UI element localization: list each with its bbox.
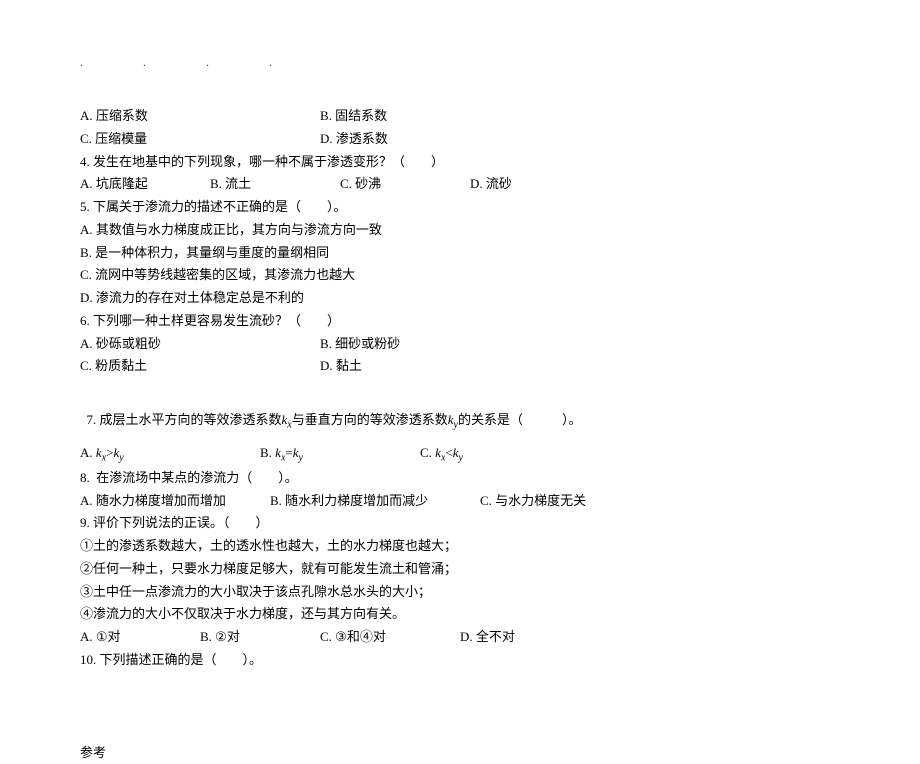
q8-a: A. 随水力梯度增加而增加	[80, 490, 270, 513]
option-a: A. 压缩系数	[80, 105, 320, 128]
dot: .	[143, 52, 146, 73]
q4-options: A. 坑底隆起 B. 流土 C. 砂沸 D. 流砂	[80, 173, 840, 196]
option-b: B. 固结系数	[320, 105, 560, 128]
q5-a: A. 其数值与水力梯度成正比，其方向与渗流方向一致	[80, 219, 840, 242]
q6-stem: 6. 下列哪一种土样更容易发生流砂？（ ）	[80, 310, 840, 333]
q7-stem: 7. 成层土水平方向的等效渗透系数kx与垂直方向的等效渗透系数ky的关系是（ ）…	[80, 386, 840, 434]
q9-b: B. ②对	[200, 626, 320, 649]
q7-pre: 7. 成层土水平方向的等效渗透系数	[87, 412, 282, 427]
q4-d: D. 流砂	[470, 173, 600, 196]
q7-post: 的关系是（ ）。	[458, 412, 582, 427]
q9-s4: ④渗流力的大小不仅取决于水力梯度，还与其方向有关。	[80, 603, 840, 626]
q7-mid: 与垂直方向的等效渗透系数	[292, 412, 448, 427]
q5-stem: 5. 下属关于渗流力的描述不正确的是（ ）。	[80, 196, 840, 219]
q9-stem: 9. 评价下列说法的正误。（ ）	[80, 512, 840, 535]
q4-a: A. 坑底隆起	[80, 173, 210, 196]
q4-c: C. 砂沸	[340, 173, 470, 196]
header-dot-row: . . . .	[80, 52, 272, 73]
q7-a: A. kx>ky	[80, 442, 260, 467]
q9-a: A. ①对	[80, 626, 200, 649]
q7-options: A. kx>ky B. kx=ky C. kx<ky	[80, 442, 840, 467]
option-c: C. 压缩模量	[80, 128, 320, 151]
q6-row1: A. 砂砾或粗砂 B. 细砂或粉砂	[80, 333, 840, 356]
dot: .	[269, 52, 272, 73]
q5-c: C. 流网中等势线越密集的区域，其渗流力也越大	[80, 264, 840, 287]
q4-b: B. 流土	[210, 173, 340, 196]
q7-c: C. kx<ky	[420, 442, 580, 467]
q9-options: A. ①对 B. ②对 C. ③和④对 D. 全不对	[80, 626, 840, 649]
q6-a: A. 砂砾或粗砂	[80, 333, 320, 356]
footer-text: 参考	[80, 742, 840, 764]
dot: .	[80, 52, 83, 73]
q9-s2: ②任何一种土，只要水力梯度足够大，就有可能发生流土和管涌；	[80, 558, 840, 581]
q9-d: D. 全不对	[460, 626, 580, 649]
q5-b: B. 是一种体积力，其量纲与重度的量纲相同	[80, 242, 840, 265]
q8-b: B. 随水利力梯度增加而减少	[270, 490, 480, 513]
q9-s3: ③土中任一点渗流力的大小取决于该点孔隙水总水头的大小；	[80, 581, 840, 604]
option-row: C. 压缩模量 D. 渗透系数	[80, 128, 840, 151]
q6-d: D. 黏土	[320, 355, 560, 378]
q6-c: C. 粉质黏土	[80, 355, 320, 378]
q8-c: C. 与水力梯度无关	[480, 490, 670, 513]
q6-b: B. 细砂或粉砂	[320, 333, 560, 356]
q4-stem: 4. 发生在地基中的下列现象，哪一种不属于渗透变形？（ ）	[80, 151, 840, 174]
option-row: A. 压缩系数 B. 固结系数	[80, 105, 840, 128]
q6-row2: C. 粉质黏土 D. 黏土	[80, 355, 840, 378]
q8-options: A. 随水力梯度增加而增加 B. 随水利力梯度增加而减少 C. 与水力梯度无关	[80, 490, 840, 513]
q7-b: B. kx=ky	[260, 442, 420, 467]
dot: .	[206, 52, 209, 73]
q9-s1: ①土的渗透系数越大，土的透水性也越大，土的水力梯度也越大；	[80, 535, 840, 558]
option-d: D. 渗透系数	[320, 128, 560, 151]
q10-stem: 10. 下列描述正确的是（ ）。	[80, 649, 840, 672]
q8-stem: 8. 在渗流场中某点的渗流力（ ）。	[80, 467, 840, 490]
q9-c: C. ③和④对	[320, 626, 460, 649]
q5-d: D. 渗流力的存在对土体稳定总是不利的	[80, 287, 840, 310]
